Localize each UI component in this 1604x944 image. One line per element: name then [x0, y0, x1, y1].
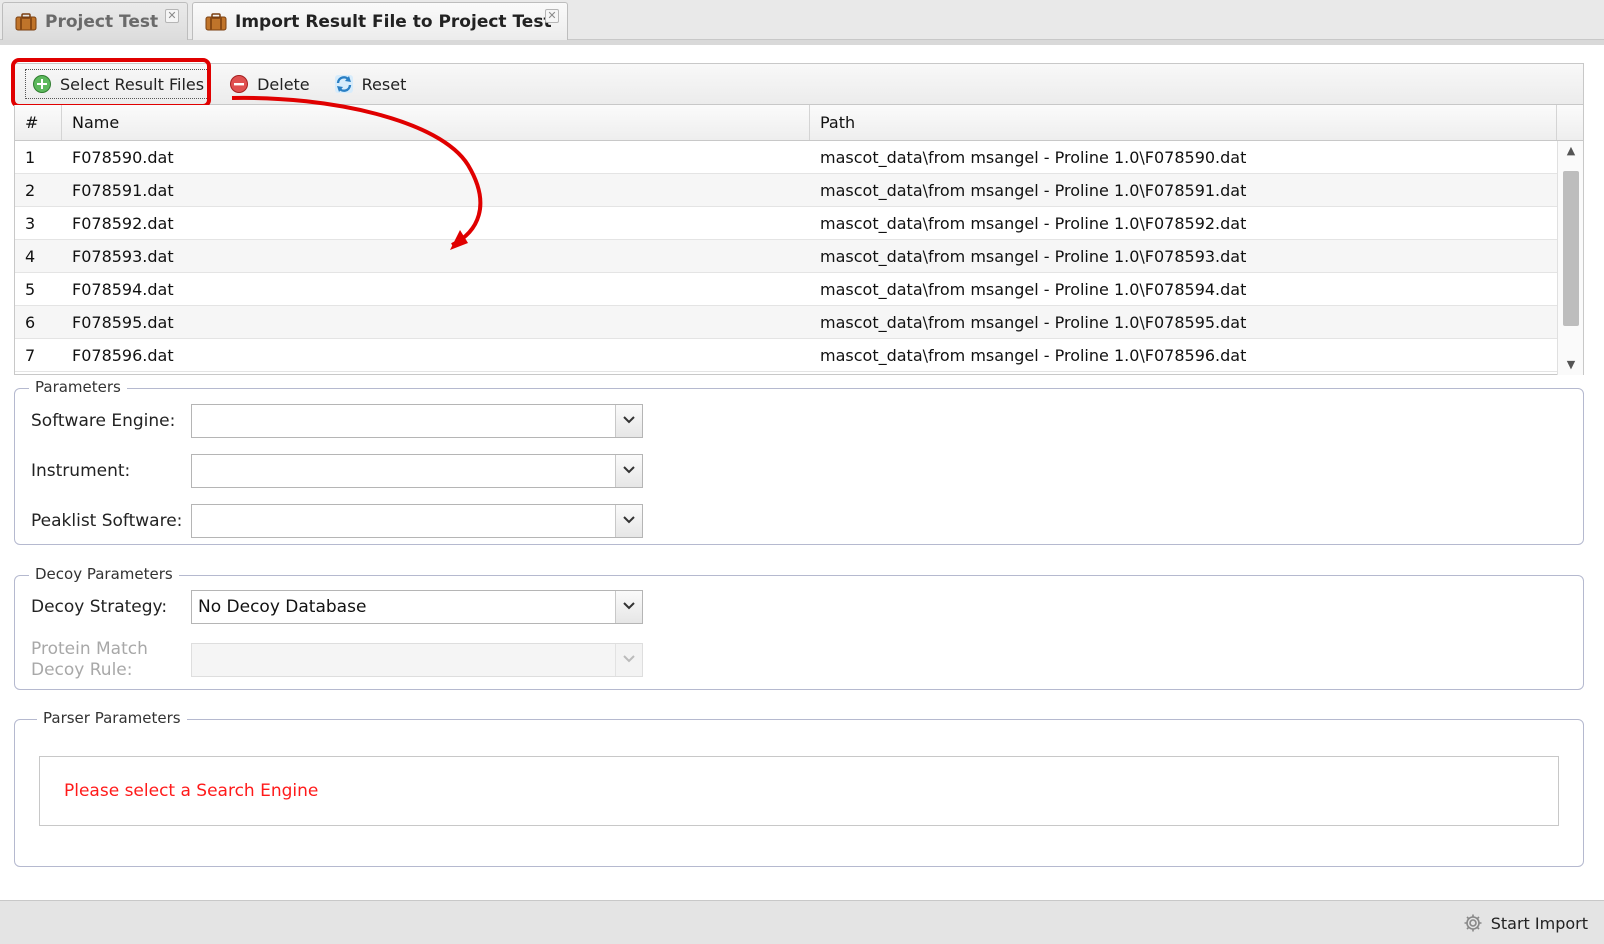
column-header-number[interactable]: #	[15, 105, 62, 140]
table-row[interactable]: 5 F078594.dat mascot_data\from msangel -…	[15, 273, 1557, 306]
close-icon[interactable]: ✕	[545, 9, 559, 23]
table-row[interactable]: 2 F078591.dat mascot_data\from msangel -…	[15, 174, 1557, 207]
close-icon[interactable]: ✕	[165, 9, 179, 23]
instrument-row: Instrument:	[31, 454, 643, 488]
parser-message: Please select a Search Engine	[64, 781, 319, 801]
row-number: 7	[25, 345, 36, 365]
row-number: 4	[25, 246, 36, 266]
chevron-down-icon[interactable]	[615, 455, 642, 487]
row-name: F078594.dat	[72, 279, 174, 299]
column-header-path[interactable]: Path	[810, 105, 1557, 140]
peaklist-software-select[interactable]	[191, 504, 643, 538]
chevron-down-icon[interactable]	[615, 505, 642, 537]
decoy-strategy-label: Decoy Strategy:	[31, 597, 168, 617]
row-path: mascot_data\from msangel - Proline 1.0\F…	[820, 180, 1247, 200]
select-result-files-button[interactable]: Select Result Files	[25, 69, 212, 99]
select-result-files-label: Select Result Files	[60, 74, 205, 94]
scroll-down-icon[interactable]: ▼	[1558, 355, 1584, 375]
parameters-fieldset: Parameters Software Engine: Instrument: …	[14, 378, 1584, 545]
peaklist-software-row: Peaklist Software:	[31, 504, 643, 538]
table-row[interactable]: 4 F078593.dat mascot_data\from msangel -…	[15, 240, 1557, 273]
briefcase-icon	[15, 12, 37, 30]
row-path: mascot_data\from msangel - Proline 1.0\F…	[820, 213, 1247, 233]
decoy-parameters-fieldset: Decoy Parameters Decoy Strategy: No Deco…	[14, 565, 1584, 690]
row-name: F078596.dat	[72, 345, 174, 365]
row-number: 6	[25, 312, 36, 332]
row-path: mascot_data\from msangel - Proline 1.0\F…	[820, 345, 1247, 365]
software-engine-label: Software Engine:	[31, 411, 176, 431]
software-engine-select[interactable]	[191, 404, 643, 438]
chevron-down-icon	[615, 644, 642, 676]
tab-import-result-file[interactable]: Import Result File to Project Test ✕	[192, 2, 568, 40]
protein-match-decoy-rule-label: Protein Match Decoy Rule:	[31, 639, 191, 681]
chevron-down-icon[interactable]	[615, 405, 642, 437]
reset-label: Reset	[361, 74, 407, 94]
table-row[interactable]: 3 F078592.dat mascot_data\from msangel -…	[15, 207, 1557, 240]
protein-match-decoy-rule-select	[191, 643, 643, 677]
row-name: F078593.dat	[72, 246, 174, 266]
row-path: mascot_data\from msangel - Proline 1.0\F…	[820, 246, 1247, 266]
tab-project-test[interactable]: Project Test ✕	[2, 2, 188, 40]
decoy-strategy-row: Decoy Strategy: No Decoy Database	[31, 590, 643, 624]
decoy-strategy-select[interactable]: No Decoy Database	[191, 590, 643, 624]
tab-label: Project Test	[45, 11, 159, 32]
start-import-label: Start Import	[1490, 913, 1588, 933]
result-files-grid: # Name Path 1 F078590.dat mascot_data\fr…	[14, 105, 1584, 375]
gear-icon	[1464, 914, 1482, 932]
parser-parameters-fieldset: Parser Parameters Please select a Search…	[14, 709, 1584, 867]
remove-icon	[230, 75, 249, 93]
add-icon	[33, 75, 51, 93]
row-name: F078592.dat	[72, 213, 174, 233]
chevron-down-icon[interactable]	[615, 591, 642, 623]
grid-header: # Name Path	[15, 105, 1583, 141]
footer-bar: Start Import	[0, 900, 1604, 944]
briefcase-icon	[205, 12, 227, 30]
row-name: F078590.dat	[72, 147, 174, 167]
parameters-legend: Parameters	[29, 378, 127, 396]
row-number: 1	[25, 147, 36, 167]
instrument-label: Instrument:	[31, 461, 131, 481]
start-import-button[interactable]: Start Import	[1463, 909, 1588, 937]
row-number: 5	[25, 279, 36, 299]
instrument-select[interactable]	[191, 454, 643, 488]
row-number: 3	[25, 213, 36, 233]
table-row[interactable]: 1 F078590.dat mascot_data\from msangel -…	[15, 141, 1557, 174]
row-name: F078595.dat	[72, 312, 174, 332]
row-path: mascot_data\from msangel - Proline 1.0\F…	[820, 147, 1247, 167]
tab-bar: Project Test ✕ Import Result File to Pro…	[0, 0, 1604, 40]
delete-label: Delete	[257, 74, 310, 94]
parser-parameters-legend: Parser Parameters	[37, 709, 187, 727]
toolbar: Select Result Files Delete Reset	[14, 63, 1584, 105]
delete-button[interactable]: Delete	[223, 69, 316, 99]
reset-button[interactable]: Reset	[328, 69, 413, 99]
column-header-name[interactable]: Name	[62, 105, 810, 140]
row-path: mascot_data\from msangel - Proline 1.0\F…	[820, 312, 1247, 332]
software-engine-row: Software Engine:	[31, 404, 643, 438]
table-row[interactable]: 6 F078595.dat mascot_data\from msangel -…	[15, 306, 1557, 339]
parser-parameters-panel: Please select a Search Engine	[39, 756, 1559, 826]
scroll-thumb[interactable]	[1563, 171, 1579, 326]
scroll-up-icon[interactable]: ▲	[1558, 141, 1584, 161]
row-path: mascot_data\from msangel - Proline 1.0\F…	[820, 279, 1247, 299]
tab-label: Import Result File to Project Test	[235, 11, 552, 32]
table-row[interactable]: 7 F078596.dat mascot_data\from msangel -…	[15, 339, 1557, 372]
row-number: 2	[25, 180, 36, 200]
decoy-strategy-value: No Decoy Database	[198, 597, 367, 617]
decoy-parameters-legend: Decoy Parameters	[29, 565, 179, 583]
row-name: F078591.dat	[72, 180, 174, 200]
grid-body: 1 F078590.dat mascot_data\from msangel -…	[15, 141, 1557, 375]
protein-match-decoy-rule-label-line1: Protein Match	[31, 639, 148, 659]
peaklist-software-label: Peaklist Software:	[31, 511, 183, 531]
protein-match-decoy-rule-label-line2: Decoy Rule:	[31, 660, 133, 680]
grid-scrollbar[interactable]: ▲ ▼	[1557, 141, 1583, 375]
refresh-icon	[334, 75, 353, 93]
protein-match-decoy-rule-row: Protein Match Decoy Rule:	[31, 639, 643, 681]
